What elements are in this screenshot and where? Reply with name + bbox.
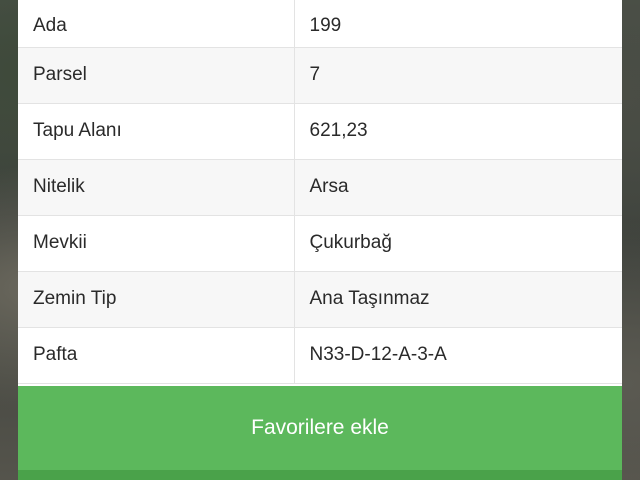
row-value-tapu-alani: 621,23 [294, 103, 622, 160]
row-value-nitelik: Arsa [294, 159, 622, 216]
row-value-pafta: N33-D-12-A-3-A [294, 327, 622, 384]
table-row: Nitelik Arsa [18, 159, 622, 216]
row-value-zemin-tip: Ana Taşınmaz [294, 271, 622, 328]
parcel-info-panel: Ada 199 Parsel 7 Tapu Alanı 621,23 Nitel… [18, 0, 622, 480]
table-row: Pafta N33-D-12-A-3-A [18, 327, 622, 384]
table-row: Ada 199 [18, 0, 622, 48]
row-value-ada: 199 [294, 0, 622, 48]
table-row: Parsel 7 [18, 47, 622, 104]
row-value-parsel: 7 [294, 47, 622, 104]
row-label-tapu-alani: Tapu Alanı [18, 103, 295, 160]
add-to-favorites-label: Favorilere ekle [251, 415, 389, 439]
table-row: Mevkii Çukurbağ [18, 215, 622, 272]
row-value-mevkii: Çukurbağ [294, 215, 622, 272]
row-label-nitelik: Nitelik [18, 159, 295, 216]
row-label-mevkii: Mevkii [18, 215, 295, 272]
parcel-info-table: Ada 199 Parsel 7 Tapu Alanı 621,23 Nitel… [18, 0, 622, 384]
row-label-pafta: Pafta [18, 327, 295, 384]
table-row: Tapu Alanı 621,23 [18, 103, 622, 160]
row-label-ada: Ada [18, 0, 295, 48]
add-to-favorites-button[interactable]: Favorilere ekle [18, 386, 622, 480]
table-row: Zemin Tip Ana Taşınmaz [18, 271, 622, 328]
row-label-zemin-tip: Zemin Tip [18, 271, 295, 328]
row-label-parsel: Parsel [18, 47, 295, 104]
